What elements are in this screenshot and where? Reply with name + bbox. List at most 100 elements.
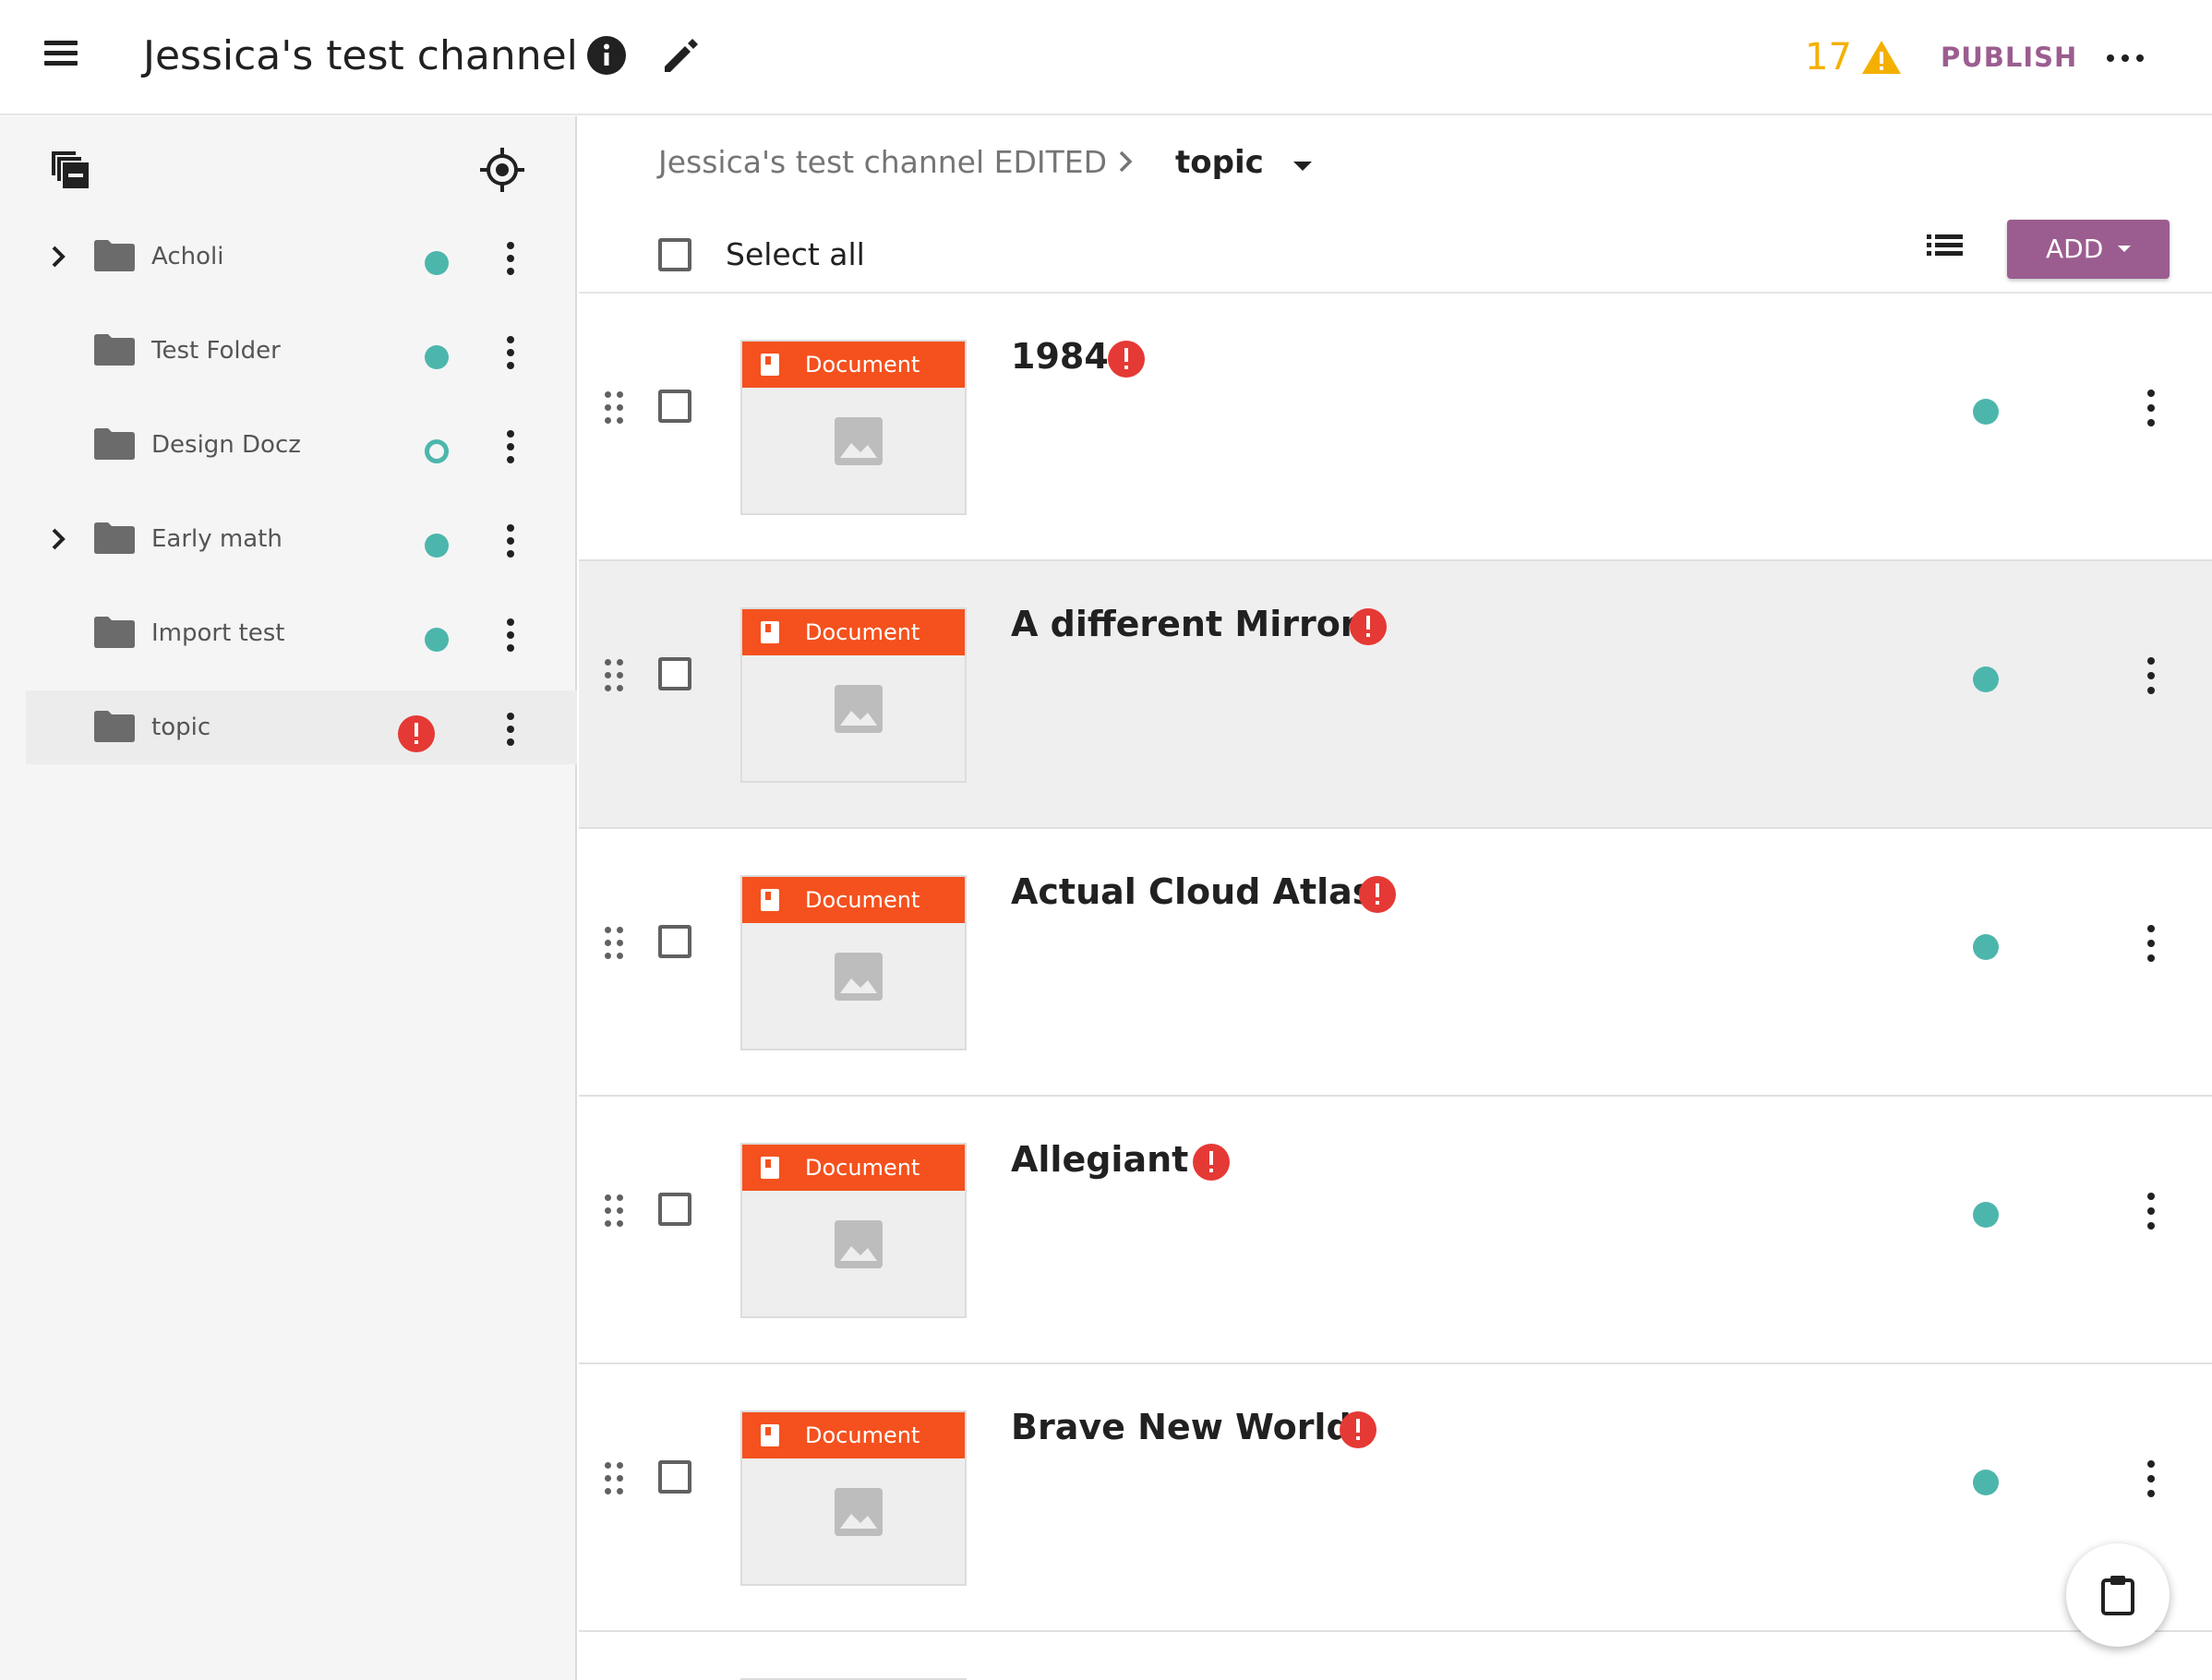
thumbnail[interactable]: Document [740, 607, 967, 783]
item-title[interactable]: Actual Cloud Atlas [1011, 866, 1373, 918]
sidebar: Acholi Test Folder Design Docz Early mat… [0, 116, 577, 1680]
drag-handle-icon[interactable] [603, 1193, 627, 1230]
sidebar-item-acholi[interactable]: Acholi [26, 220, 577, 294]
thumbnail[interactable]: Document [740, 1410, 967, 1586]
thumbnail[interactable]: Document [740, 340, 967, 515]
warning-triangle-icon[interactable] [1860, 39, 1903, 76]
document-icon [761, 1157, 779, 1179]
kebab-menu-icon[interactable] [2137, 654, 2165, 698]
list-item[interactable]: Document Actual Cloud Atlas [579, 829, 2212, 1097]
list-item[interactable]: Document 1984 [579, 294, 2212, 561]
item-checkbox[interactable] [658, 925, 691, 958]
published-status-dot [425, 345, 449, 369]
dot [2136, 54, 2144, 62]
thumbnail[interactable]: Document [740, 875, 967, 1050]
collapse-all-icon[interactable] [48, 148, 92, 192]
error-icon [1349, 607, 1388, 646]
chevron-right-icon[interactable] [44, 242, 74, 271]
more-horizontal-icon[interactable] [2105, 37, 2146, 78]
error-icon [1192, 1143, 1231, 1182]
breadcrumb-current[interactable]: topic [1175, 135, 1264, 190]
item-checkbox[interactable] [658, 657, 691, 690]
dot [2107, 54, 2114, 62]
drag-handle-icon[interactable] [603, 925, 627, 962]
kind-label: Document [805, 619, 920, 645]
kebab-menu-icon[interactable] [497, 521, 524, 561]
drag-handle-icon[interactable] [603, 1460, 627, 1497]
kind-label: Document [805, 352, 920, 378]
image-placeholder-icon [833, 683, 884, 735]
kind-label: Document [805, 887, 920, 913]
folder-icon [94, 711, 135, 742]
thumbnail[interactable]: Document [740, 1143, 967, 1318]
kebab-menu-icon[interactable] [497, 426, 524, 467]
item-title[interactable]: 1984 [1011, 330, 1109, 382]
item-title[interactable]: Allegiant [1011, 1134, 1188, 1185]
kebab-menu-icon[interactable] [2137, 1457, 2165, 1501]
add-button-label: ADD [2046, 234, 2104, 264]
kind-badge: Document [742, 877, 965, 923]
dot [2122, 54, 2129, 62]
kebab-menu-icon[interactable] [497, 238, 524, 279]
kebab-menu-icon[interactable] [497, 332, 524, 373]
sidebar-item-design-docz[interactable]: Design Docz [26, 408, 577, 482]
sidebar-item-label: Acholi [151, 243, 224, 270]
image-placeholder-icon [833, 1218, 884, 1270]
kebab-menu-icon[interactable] [497, 615, 524, 655]
channel-title: Jessica's test channel [143, 32, 578, 79]
sidebar-item-import-test[interactable]: Import test [26, 596, 577, 670]
caret-down-icon [2118, 246, 2131, 252]
hamburger-line [44, 51, 78, 55]
document-icon [761, 354, 779, 376]
kebab-menu-icon[interactable] [2137, 1189, 2165, 1233]
kind-badge: Document [742, 1412, 965, 1458]
caret-down-icon[interactable] [1292, 159, 1314, 172]
partial-status-ring [425, 439, 449, 463]
item-checkbox[interactable] [658, 1460, 691, 1494]
image-placeholder-icon [833, 951, 884, 1002]
sidebar-item-topic[interactable]: topic [26, 690, 577, 764]
chevron-right-icon[interactable] [44, 524, 74, 554]
sidebar-item-early-math[interactable]: Early math [26, 502, 577, 576]
issue-count[interactable]: 17 [1805, 31, 1852, 83]
sidebar-item-label: Import test [151, 619, 285, 647]
hamburger-menu-button[interactable] [37, 35, 89, 79]
item-checkbox[interactable] [658, 1193, 691, 1226]
kebab-menu-icon[interactable] [2137, 386, 2165, 430]
document-icon [761, 621, 779, 643]
sidebar-item-label: Test Folder [151, 337, 281, 365]
kebab-menu-icon[interactable] [2137, 921, 2165, 966]
drag-handle-icon[interactable] [603, 657, 627, 694]
info-icon[interactable] [584, 33, 629, 78]
published-status-dot [425, 534, 449, 558]
list-item[interactable]: Document Brave New World [579, 1364, 2212, 1632]
clipboard-button[interactable] [2066, 1543, 2170, 1647]
add-button[interactable]: ADD [2007, 220, 2170, 279]
drag-handle-icon[interactable] [603, 390, 627, 426]
list-item[interactable]: Document Allegiant [579, 1097, 2212, 1364]
item-title[interactable]: A different Mirror [1011, 598, 1358, 650]
clipboard-icon [2101, 1576, 2134, 1615]
select-all-label[interactable]: Select all [726, 229, 865, 281]
app-bar: Jessica's test channel 17 PUBLISH [0, 0, 2212, 115]
sidebar-item-test-folder[interactable]: Test Folder [26, 314, 577, 388]
document-icon [761, 1424, 779, 1446]
main-content: Jessica's test channel EDITED topic Sele… [579, 116, 2212, 1680]
error-icon [397, 714, 436, 753]
image-placeholder-icon [833, 415, 884, 467]
kebab-menu-icon[interactable] [497, 709, 524, 750]
pencil-icon[interactable] [657, 31, 705, 79]
item-title[interactable]: Brave New World [1011, 1401, 1352, 1453]
list-item[interactable]: Document A different Mirror [579, 561, 2212, 829]
select-all-checkbox[interactable] [658, 238, 691, 271]
breadcrumb-root[interactable]: Jessica's test channel EDITED [658, 135, 1107, 190]
published-status-dot [1973, 934, 1999, 960]
item-checkbox[interactable] [658, 390, 691, 423]
sidebar-item-label: Early math [151, 525, 283, 553]
list-view-icon[interactable] [1919, 222, 1973, 275]
document-icon [761, 889, 779, 911]
publish-button[interactable]: PUBLISH [1929, 31, 2088, 83]
folder-icon [94, 522, 135, 554]
kind-badge: Document [742, 1145, 965, 1191]
crosshair-icon[interactable] [478, 146, 526, 194]
